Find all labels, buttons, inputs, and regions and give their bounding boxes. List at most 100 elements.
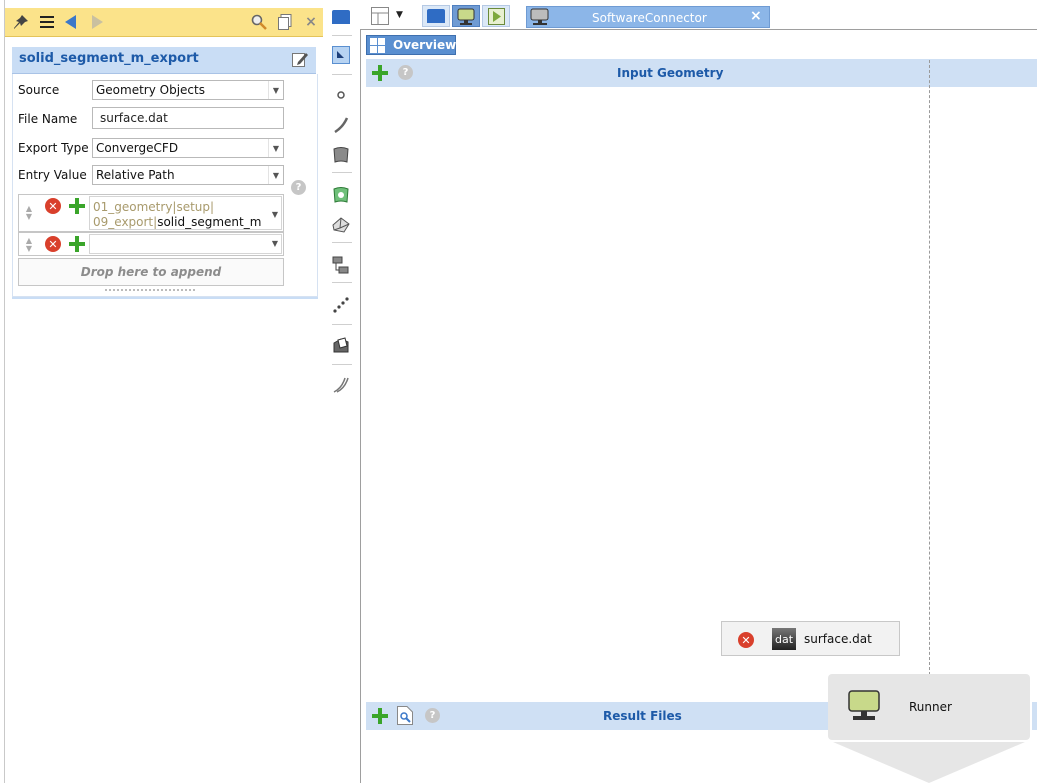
entry-path-field[interactable]: 01_geometry|setup| 09_export|solid_segme… — [89, 196, 282, 230]
grid-icon — [370, 38, 385, 53]
properties-toolbar: × — [5, 8, 323, 37]
column-divider — [929, 60, 930, 675]
forward-icon[interactable] — [87, 12, 107, 32]
runner-node[interactable]: Runner — [828, 674, 1030, 740]
close-icon[interactable]: × — [750, 8, 762, 24]
search-icon[interactable] — [249, 12, 269, 32]
result-files-header-end — [1032, 702, 1037, 730]
overview-label: Overview — [393, 38, 457, 52]
layout-icon[interactable] — [371, 7, 389, 25]
entry-value-select[interactable]: Relative Path ▼ — [92, 165, 284, 185]
entry-path-field-empty[interactable]: ▼ — [89, 234, 282, 254]
dat-file-icon-text: dat — [774, 632, 794, 646]
tab-monitor[interactable] — [452, 5, 480, 27]
properties-title: solid_segment_m_export — [19, 51, 199, 66]
editor-canvas — [360, 29, 1037, 783]
entry-path-line1: 01_geometry|setup| — [93, 200, 215, 214]
divider — [332, 282, 352, 283]
export-type-select-value: ConvergeCFD — [96, 141, 179, 155]
divider — [332, 242, 352, 243]
chevron-down-icon[interactable]: ▼ — [272, 239, 278, 248]
result-files-title: Result Files — [603, 709, 682, 723]
dat-file-icon: dat — [772, 628, 796, 650]
pin-icon[interactable] — [11, 12, 31, 32]
input-geometry-header: ? Input Geometry — [366, 59, 1037, 87]
help-icon[interactable]: ? — [425, 708, 440, 723]
solid-icon[interactable] — [332, 216, 350, 234]
tab-run[interactable] — [482, 5, 510, 27]
source-select-value: Geometry Objects — [96, 83, 205, 97]
divider — [12, 297, 318, 299]
entry-list-item: ▲ ▼ ✕ ▼ — [18, 232, 284, 256]
chevron-down-icon[interactable]: ▼ — [272, 210, 278, 219]
divider — [332, 364, 352, 365]
divider — [332, 324, 352, 325]
file-item[interactable]: ✕ dat surface.dat — [721, 621, 900, 656]
divider — [332, 35, 352, 36]
remove-icon[interactable]: ✕ — [45, 198, 61, 214]
filename-label: File Name — [18, 112, 78, 126]
properties-form: Source Geometry Objects ▼ File Name surf… — [12, 74, 318, 297]
divider — [332, 74, 352, 75]
tab-folder[interactable] — [422, 5, 450, 27]
result-files-header: ? Result Files — [366, 702, 828, 730]
mesh-surface-icon[interactable] — [332, 186, 350, 204]
runner-label: Runner — [909, 700, 952, 714]
select-tool-icon[interactable] — [332, 46, 350, 64]
divider — [332, 172, 352, 173]
monitor-icon — [530, 8, 549, 25]
filename-input[interactable]: surface.dat — [92, 107, 284, 129]
file-name: surface.dat — [804, 632, 872, 646]
export-type-label: Export Type — [18, 141, 89, 155]
list-icon[interactable] — [37, 12, 57, 32]
export-type-select[interactable]: ConvergeCFD ▼ — [92, 138, 284, 158]
curve-icon[interactable] — [332, 116, 350, 134]
entry-value-label: Entry Value — [18, 168, 87, 182]
sort-handle-icon[interactable]: ▲ ▼ — [24, 237, 34, 253]
add-icon[interactable] — [69, 236, 85, 252]
chevron-down-icon[interactable]: ▼ — [396, 10, 403, 20]
browse-file-icon[interactable] — [397, 706, 413, 725]
properties-panel: × solid_segment_m_export Source Geometry… — [4, 0, 324, 783]
folder-icon[interactable] — [332, 8, 350, 26]
tab-title: SoftwareConnector — [592, 11, 707, 25]
point-icon[interactable] — [332, 86, 350, 104]
add-icon[interactable] — [69, 198, 85, 214]
source-label: Source — [18, 83, 60, 97]
cut-solid-icon[interactable] — [332, 336, 350, 354]
help-icon[interactable]: ? — [398, 65, 413, 80]
entry-path-value: solid_segment_m — [157, 215, 262, 229]
tool-strip — [323, 0, 359, 783]
surface-icon[interactable] — [332, 146, 350, 164]
remove-icon[interactable]: ✕ — [45, 236, 61, 252]
monitor-icon — [848, 690, 880, 720]
runner-pointer — [833, 742, 1025, 783]
double-curve-icon[interactable] — [332, 376, 350, 394]
back-icon[interactable] — [61, 12, 81, 32]
properties-header: solid_segment_m_export — [12, 47, 316, 74]
tab-softwareconnector[interactable]: SoftwareConnector × — [526, 6, 770, 28]
source-select[interactable]: Geometry Objects ▼ — [92, 80, 284, 100]
entry-list-item: ▲ ▼ ✕ 01_geometry|setup| 09_export|solid_… — [18, 194, 284, 232]
chevron-down-icon[interactable]: ▼ — [268, 166, 283, 184]
hierarchy-icon[interactable] — [332, 256, 350, 274]
add-icon[interactable] — [372, 708, 388, 724]
overview-button[interactable]: Overview — [366, 35, 456, 55]
input-geometry-title: Input Geometry — [617, 66, 724, 80]
chevron-down-icon[interactable]: ▼ — [268, 81, 283, 99]
close-icon[interactable]: × — [301, 12, 321, 32]
sort-handle-icon[interactable]: ▲ ▼ — [24, 205, 34, 221]
edit-icon[interactable] — [292, 51, 308, 67]
chevron-down-icon[interactable]: ▼ — [268, 139, 283, 157]
point-cloud-icon[interactable] — [332, 296, 350, 314]
remove-icon[interactable]: ✕ — [738, 632, 754, 648]
entry-path-line2: 09_export|solid_segment_m — [93, 215, 261, 229]
resize-grip[interactable] — [105, 289, 195, 291]
copy-icon[interactable] — [275, 12, 295, 32]
filename-input-value: surface.dat — [100, 111, 168, 125]
add-icon[interactable] — [372, 65, 388, 81]
entry-value-select-value: Relative Path — [96, 168, 175, 182]
help-icon[interactable]: ? — [291, 180, 306, 195]
drop-zone[interactable]: Drop here to append — [18, 258, 284, 286]
entry-path-prefix: 09_export| — [93, 215, 158, 229]
